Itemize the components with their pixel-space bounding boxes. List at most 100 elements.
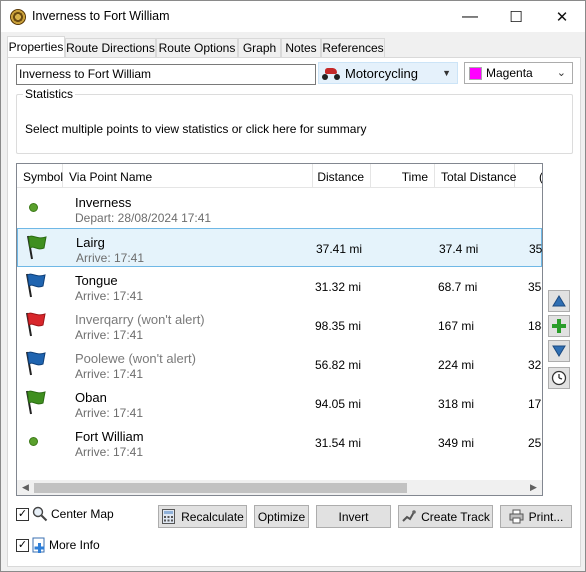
statistics-legend: Statistics (23, 87, 76, 101)
via-point-name: Fort William (75, 429, 144, 444)
tab-route-options[interactable]: Route Options (156, 38, 238, 57)
print-button[interactable]: Print... (500, 505, 572, 528)
scroll-left-icon[interactable]: ◀ (18, 481, 33, 494)
waypoint-dot-icon (29, 203, 38, 212)
color-swatch (469, 66, 482, 80)
scroll-right-icon[interactable]: ▶ (526, 481, 541, 494)
via-point-time: Arrive: 17:41 (75, 406, 144, 420)
distance-value: 37.41 mi (316, 242, 363, 256)
center-map-label[interactable]: Center Map (51, 507, 114, 521)
column-truncated[interactable]: ( (515, 164, 542, 188)
distance-value: 31.32 mi (315, 280, 362, 294)
recalculate-button[interactable]: Recalculate (158, 505, 247, 528)
flag-green-icon (26, 390, 46, 415)
total-distance-value: 167 mi (438, 319, 475, 333)
chevron-down-icon: ⌄ (556, 67, 566, 79)
total-distance-value: 318 mi (438, 397, 475, 411)
horizontal-scrollbar[interactable]: ◀ ▶ (17, 480, 542, 495)
via-point-name: Tongue (75, 273, 118, 288)
create-track-label: Create Track (421, 509, 490, 524)
create-track-button[interactable]: Create Track (398, 505, 493, 528)
truncated-value: 25.7 (528, 436, 542, 450)
truncated-value: 328. (528, 358, 542, 372)
clock-icon (551, 370, 567, 386)
title-bar: Inverness to Fort William — ☐ ✕ (1, 1, 585, 32)
via-point-time: Arrive: 17:41 (76, 251, 145, 265)
route-properties-window: Inverness to Fort William — ☐ ✕ Properti… (0, 0, 586, 572)
tab-references[interactable]: References (321, 38, 385, 57)
total-distance-value: 349 mi (438, 436, 475, 450)
track-icon (402, 510, 416, 522)
flag-blue-icon (26, 351, 46, 376)
distance-value: 31.54 mi (315, 436, 362, 450)
minimize-button[interactable]: — (447, 1, 493, 32)
center-map-checkbox[interactable]: ✓ (16, 508, 29, 521)
bottom-toolbar: ✓ Center Map ✓ More Info Recalculate Opt… (16, 503, 576, 563)
table-row[interactable]: TongueArrive: 17:41 31.32 mi 68.7 mi 358. (17, 267, 542, 306)
tab-route-directions[interactable]: Route Directions (65, 38, 156, 57)
distance-value: 56.82 mi (315, 358, 362, 372)
more-info-checkbox[interactable]: ✓ (16, 539, 29, 552)
scrollbar-thumb[interactable] (34, 483, 407, 493)
via-point-name: Poolewe (won't alert) (75, 351, 196, 366)
flag-green-icon (27, 235, 47, 260)
total-distance-value: 224 mi (438, 358, 475, 372)
invert-button[interactable]: Invert (316, 505, 391, 528)
motorcycle-icon (321, 66, 341, 80)
recalculate-label: Recalculate (181, 509, 244, 524)
via-point-time: Depart: 28/08/2024 17:41 (75, 211, 212, 225)
table-row[interactable]: Inverqarry (won't alert) Arrive: 17:41 98.… (17, 306, 542, 345)
grid-header: Symbol Via Point Name Distance Time Tota… (17, 164, 542, 188)
maximize-button[interactable]: ☐ (493, 1, 539, 32)
tab-notes[interactable]: Notes (281, 38, 321, 57)
total-distance-value: 37.4 mi (439, 242, 479, 256)
optimize-label: Optimize (257, 509, 306, 524)
via-points-grid[interactable]: Symbol Via Point Name Distance Time Tota… (16, 163, 543, 496)
statistics-group[interactable]: Statistics Select multiple points to vie… (16, 87, 573, 154)
route-name-input[interactable]: Inverness to Fort William (16, 64, 316, 85)
more-info-label[interactable]: More Info (49, 538, 100, 552)
app-compass-icon (10, 9, 26, 25)
tab-graph[interactable]: Graph (238, 38, 281, 57)
invert-label: Invert (338, 509, 369, 524)
add-point-button[interactable] (548, 315, 570, 337)
table-row[interactable]: ObanArrive: 17:41 94.05 mi 318 mi 176. (17, 384, 542, 423)
properties-panel: Inverness to Fort William Motorcycling ▼… (7, 57, 581, 567)
truncated-value: 358. (528, 280, 542, 294)
close-button[interactable]: ✕ (539, 1, 585, 32)
route-color-select[interactable]: Magenta ⌄ (464, 62, 573, 84)
via-point-time: Arrive: 17:41 (75, 328, 144, 342)
table-row[interactable]: Fort William Arrive: 17:41 31.54 mi 349 mi 2… (17, 423, 542, 462)
print-label: Print... (528, 509, 564, 524)
calculator-icon (162, 509, 176, 524)
table-row[interactable]: LairgArrive: 17:41 37.41 mi 37.4 mi 350. (17, 228, 542, 267)
column-total-distance[interactable]: Total Distance (435, 164, 516, 188)
truncated-value: 176. (528, 397, 542, 411)
flag-blue-icon (26, 273, 46, 298)
move-down-button[interactable] (548, 340, 570, 362)
optimize-button[interactable]: Optimize (254, 505, 309, 528)
move-up-button[interactable] (548, 290, 570, 312)
column-via-point-name[interactable]: Via Point Name (63, 164, 313, 188)
transport-mode-select[interactable]: Motorcycling ▼ (318, 62, 458, 84)
via-point-time: Arrive: 17:41 (75, 367, 144, 381)
time-settings-button[interactable] (548, 367, 570, 389)
magnifier-icon (32, 506, 48, 522)
distance-value: 98.35 mi (315, 319, 362, 333)
table-row[interactable]: Poolewe (won't alert) Arrive: 17:41 56.82 … (17, 345, 542, 384)
route-color-value: Magenta (486, 66, 533, 80)
column-time[interactable]: Time (371, 164, 435, 188)
column-distance[interactable]: Distance (313, 164, 371, 188)
via-point-name: Lairg (76, 235, 105, 250)
via-point-name: Oban (75, 390, 107, 405)
column-symbol[interactable]: Symbol (17, 164, 63, 188)
total-distance-value: 68.7 mi (438, 280, 478, 294)
move-down-icon (552, 345, 566, 357)
table-row[interactable]: Inverness Depart: 28/08/2024 17:41 (17, 189, 542, 228)
via-point-time: Arrive: 17:41 (75, 445, 144, 459)
window-title: Inverness to Fort William (32, 9, 170, 23)
statistics-message[interactable]: Select multiple points to view statistic… (25, 122, 366, 136)
via-point-time: Arrive: 17:41 (75, 289, 144, 303)
tab-properties[interactable]: Properties (7, 36, 65, 58)
distance-value: 94.05 mi (315, 397, 362, 411)
